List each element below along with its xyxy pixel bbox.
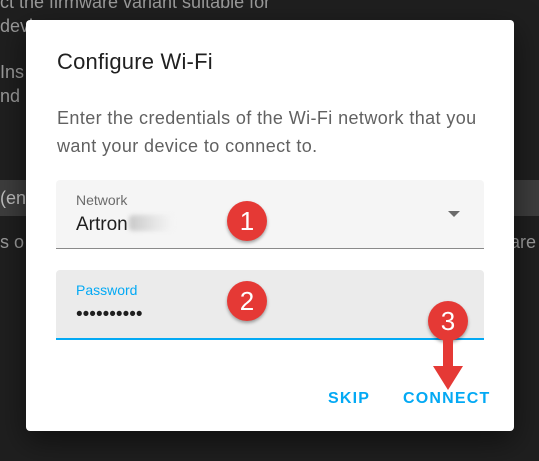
network-value-text: Artron [76,214,128,235]
background-text-line: s o [0,232,25,252]
redacted-text [128,215,173,231]
network-label: Network [76,192,128,208]
background-select-text: (en [0,188,27,208]
step-1-badge: 1 [227,201,267,241]
background-text-line: nd [0,86,21,106]
password-label: Password [76,282,138,298]
dialog-description: Enter the credentials of the Wi-Fi netwo… [57,108,477,156]
password-value[interactable]: •••••••••• [76,304,143,326]
network-select[interactable]: Network Artron [56,180,484,249]
step-3-badge: 3 [428,301,468,341]
down-arrow-icon [433,340,463,390]
background-text-line: ct the firmware variant suitable for [0,0,271,12]
chevron-down-icon[interactable] [448,211,460,217]
network-value: Artron [76,214,173,236]
background-text-line: Ins [0,62,25,82]
dialog-title: Configure Wi-Fi [57,49,213,74]
password-field[interactable]: Password •••••••••• [56,270,484,340]
skip-button[interactable]: SKIP [324,384,374,414]
step-2-badge: 2 [227,281,267,321]
